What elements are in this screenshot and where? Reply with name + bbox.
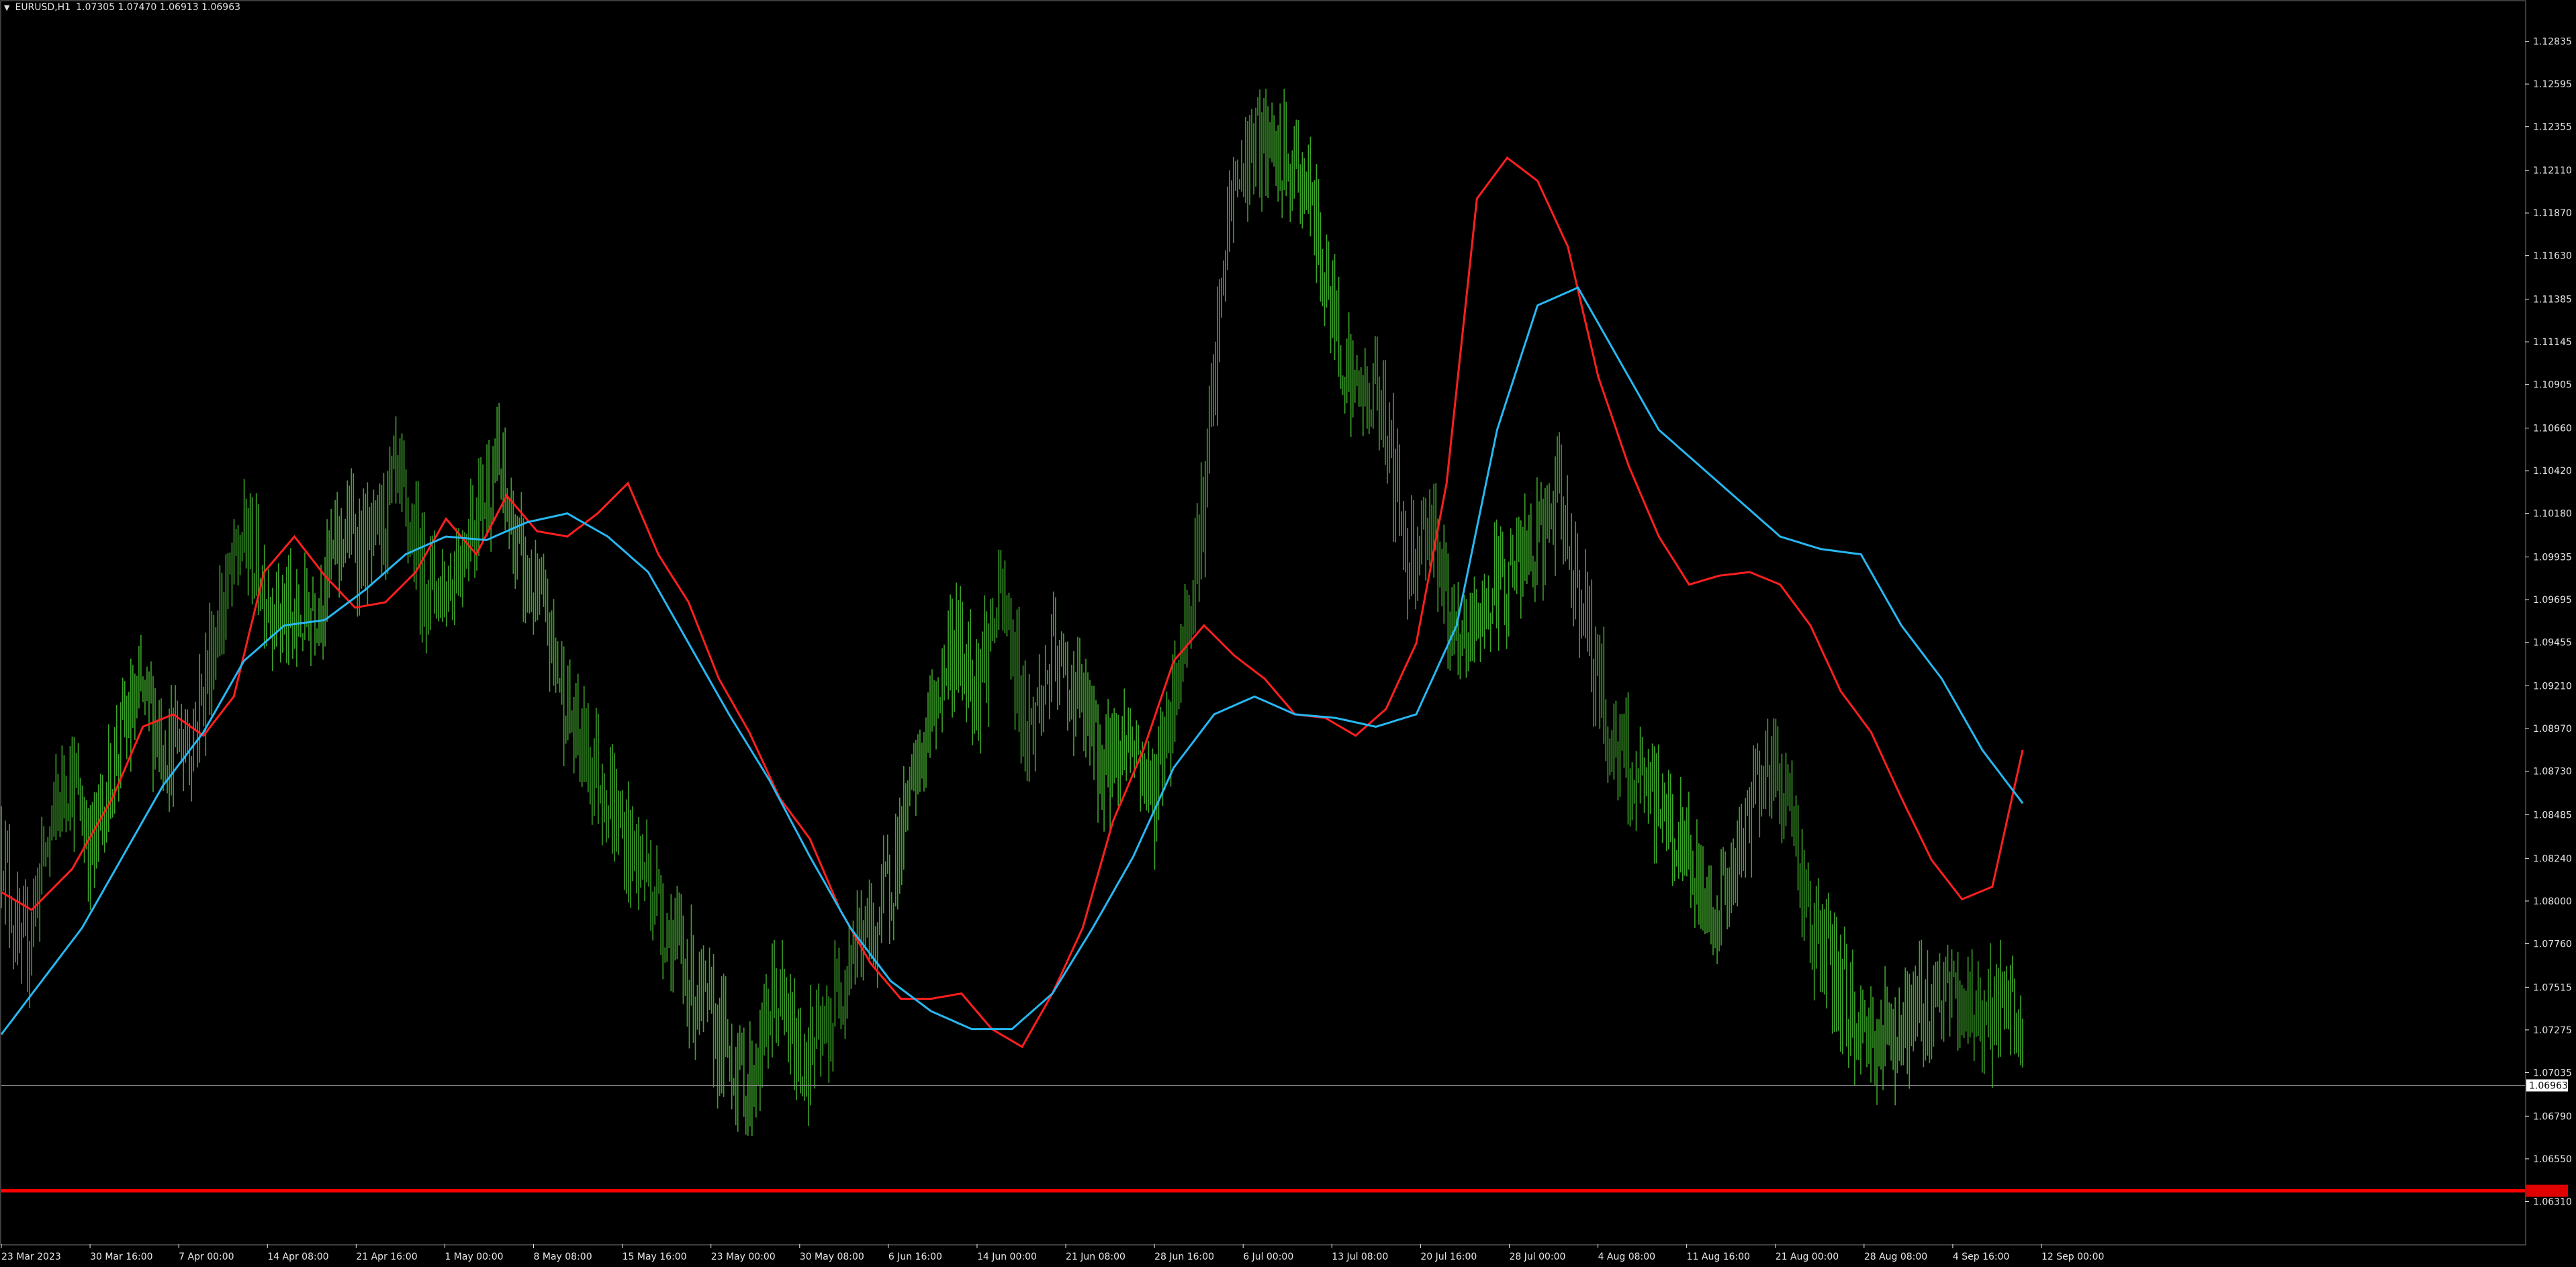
x-tick-label: 23 May 00:00 bbox=[711, 1252, 776, 1262]
y-tick-label: 1.06790 bbox=[2533, 1111, 2572, 1122]
x-tick-label: 1 May 00:00 bbox=[445, 1252, 503, 1262]
y-tick-label: 1.06550 bbox=[2533, 1154, 2572, 1165]
x-tick-label: 6 Jun 16:00 bbox=[888, 1252, 942, 1262]
y-tick-label: 1.08485 bbox=[2533, 810, 2572, 820]
x-tick-label: 12 Sep 00:00 bbox=[2041, 1252, 2104, 1262]
x-tick-label: 21 Jun 08:00 bbox=[1066, 1252, 1125, 1262]
y-tick-label: 1.08000 bbox=[2533, 896, 2572, 907]
y-tick-label: 1.07760 bbox=[2533, 939, 2572, 949]
x-tick-label: 28 Jul 00:00 bbox=[1509, 1252, 1565, 1262]
y-tick-label: 1.12355 bbox=[2533, 122, 2572, 133]
y-tick-label: 1.07275 bbox=[2533, 1025, 2572, 1036]
y-tick-label: 1.08240 bbox=[2533, 853, 2572, 864]
y-tick-label: 1.11145 bbox=[2533, 337, 2572, 348]
x-tick-label: 28 Jun 16:00 bbox=[1154, 1252, 1214, 1262]
y-tick-label: 1.12110 bbox=[2533, 166, 2572, 177]
bid-price-label: 1.06963 bbox=[2529, 1081, 2568, 1092]
y-tick-label: 1.10660 bbox=[2533, 424, 2572, 434]
y-tick-label: 1.09455 bbox=[2533, 638, 2572, 649]
x-tick-label: 14 Apr 08:00 bbox=[267, 1252, 328, 1262]
x-tick-label: 6 Jul 00:00 bbox=[1243, 1252, 1293, 1262]
x-tick-label: 11 Aug 16:00 bbox=[1687, 1252, 1750, 1262]
y-tick-label: 1.07515 bbox=[2533, 982, 2572, 993]
price-chart[interactable]: 1.12835 1.12595 1.12355 1.12110 1.11870 1.116… bbox=[0, 0, 2576, 1267]
y-tick-label: 1.06310 bbox=[2533, 1196, 2572, 1207]
x-tick-label: 15 May 16:00 bbox=[623, 1252, 687, 1262]
y-tick-label: 1.12595 bbox=[2533, 79, 2572, 90]
x-tick-label: 20 Jul 16:00 bbox=[1420, 1252, 1477, 1262]
y-tick-label: 1.09695 bbox=[2533, 595, 2572, 606]
x-tick-label: 21 Aug 00:00 bbox=[1776, 1252, 1839, 1262]
y-tick-label: 1.09935 bbox=[2533, 553, 2572, 563]
dropdown-arrow-icon[interactable]: ▼ bbox=[4, 3, 9, 12]
y-tick-label: 1.12835 bbox=[2533, 37, 2572, 48]
x-tick-label: 21 Apr 16:00 bbox=[356, 1252, 417, 1262]
y-tick-label: 1.10180 bbox=[2533, 509, 2572, 520]
y-tick-label: 1.11870 bbox=[2533, 208, 2572, 219]
x-tick-label: 8 May 08:00 bbox=[534, 1252, 592, 1262]
y-tick-label: 1.09210 bbox=[2533, 682, 2572, 692]
x-tick-label: 4 Sep 16:00 bbox=[1953, 1252, 2010, 1262]
x-tick-label: 23 Mar 2023 bbox=[1, 1252, 61, 1262]
x-tick-label: 28 Aug 08:00 bbox=[1864, 1252, 1927, 1262]
y-tick-label: 1.07035 bbox=[2533, 1068, 2572, 1078]
ohlc-values: 1.07305 1.07470 1.06913 1.06963 bbox=[76, 2, 241, 13]
symbol-label: EURUSD,H1 bbox=[15, 2, 71, 13]
x-tick-label: 4 Aug 08:00 bbox=[1598, 1252, 1656, 1262]
y-tick-label: 1.10905 bbox=[2533, 380, 2572, 391]
y-tick-label: 1.08730 bbox=[2533, 767, 2572, 778]
x-tick-label: 30 Mar 16:00 bbox=[90, 1252, 152, 1262]
y-tick-label: 1.11385 bbox=[2533, 295, 2572, 306]
x-tick-label: 7 Apr 00:00 bbox=[179, 1252, 234, 1262]
y-tick-label: 1.08970 bbox=[2533, 724, 2572, 735]
x-tick-label: 30 May 08:00 bbox=[800, 1252, 864, 1262]
chart-header: ▼ EURUSD,H1 1.07305 1.07470 1.06913 1.06… bbox=[4, 2, 240, 13]
y-tick-label: 1.11630 bbox=[2533, 251, 2572, 262]
x-tick-label: 13 Jul 08:00 bbox=[1332, 1252, 1388, 1262]
chart-background bbox=[0, 0, 2576, 1267]
level-price-label-box bbox=[2526, 1184, 2568, 1197]
x-tick-label: 14 Jun 00:00 bbox=[977, 1252, 1037, 1262]
y-tick-label: 1.10420 bbox=[2533, 466, 2572, 477]
